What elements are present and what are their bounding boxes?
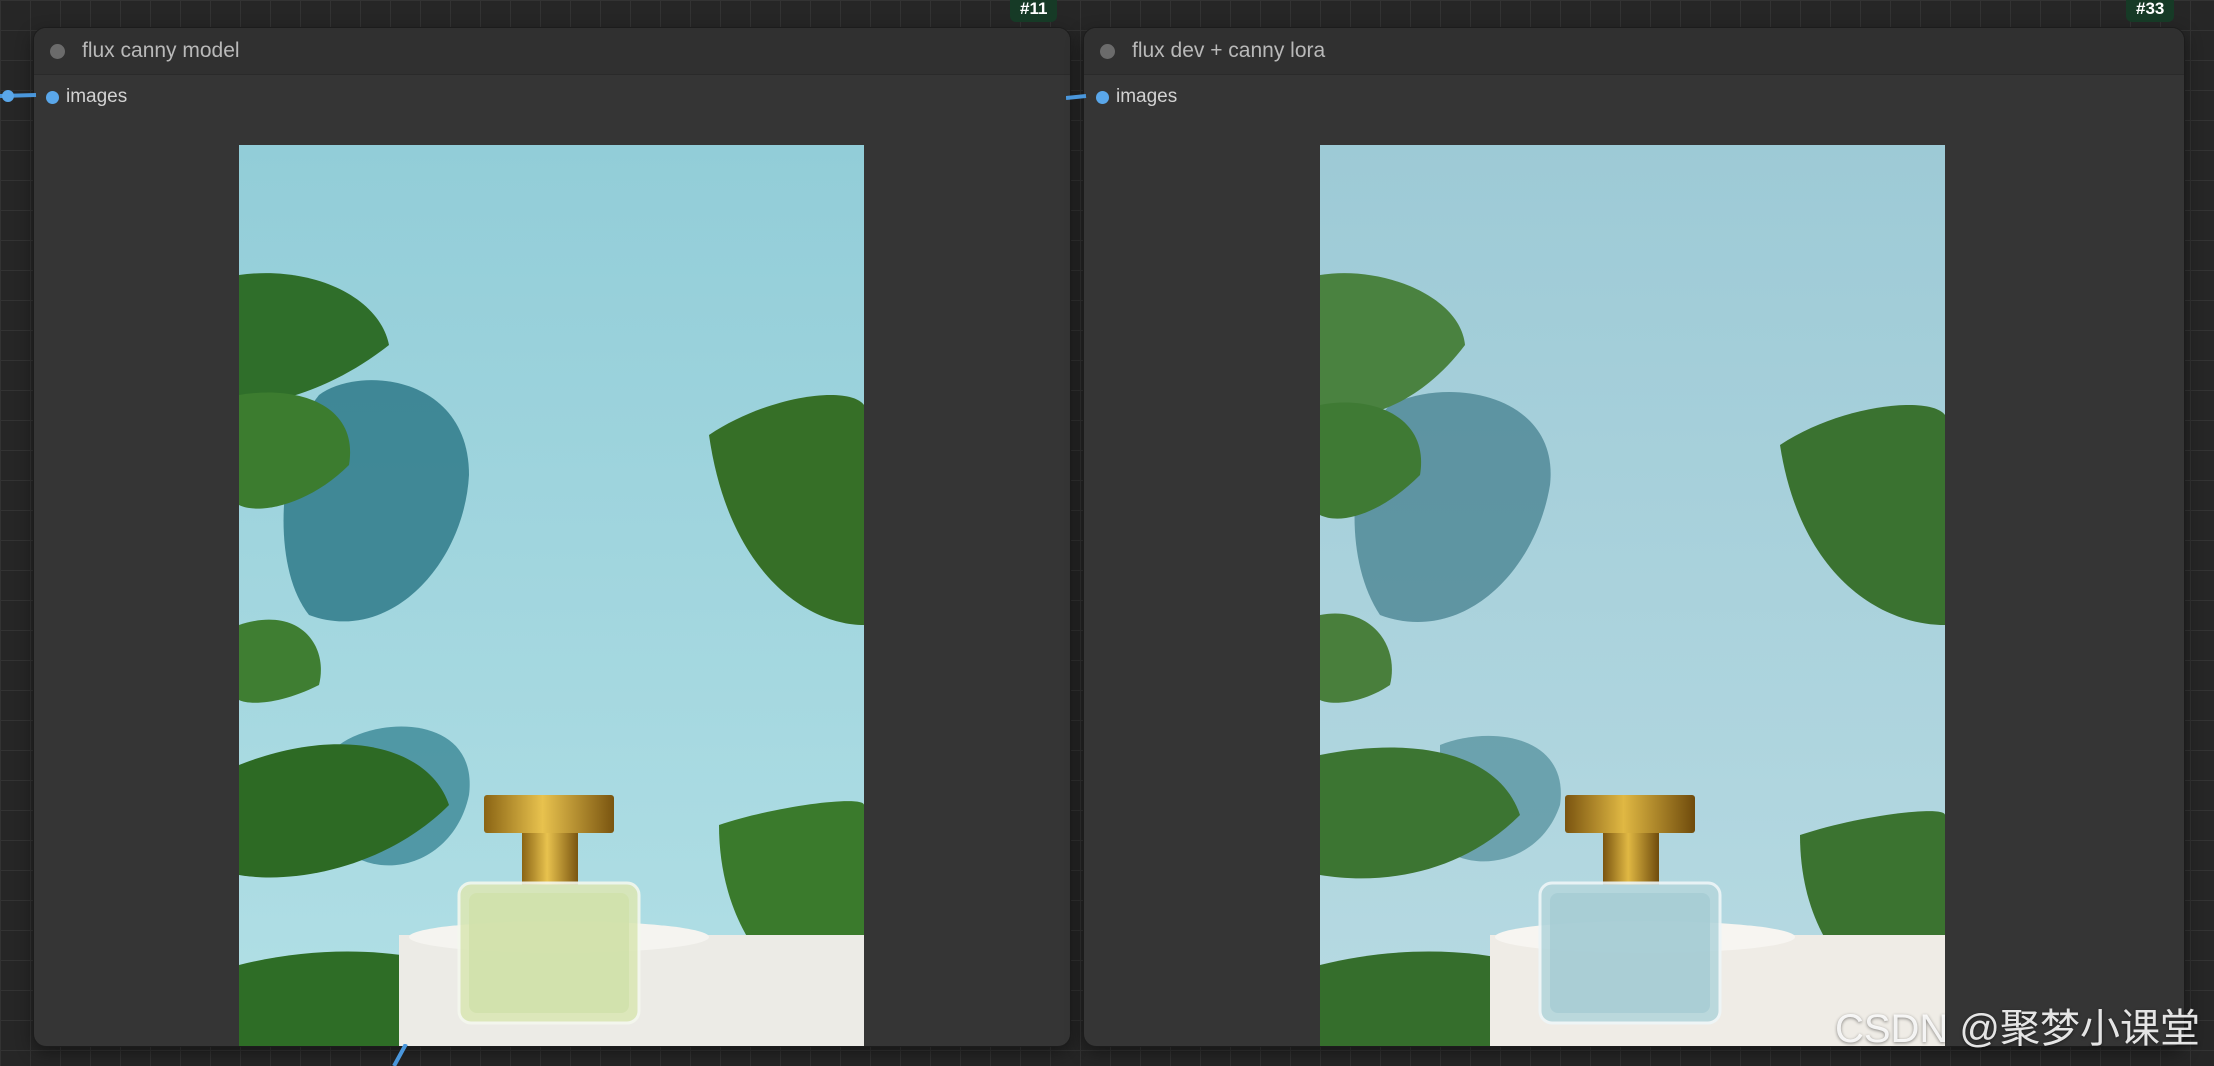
slot-label: images [66, 86, 128, 107]
node-header[interactable]: flux canny model [34, 28, 1070, 75]
input-slot-dot-icon[interactable] [1096, 91, 1109, 104]
node-id-badge: #33 [2126, 0, 2175, 22]
image-preview[interactable] [1320, 145, 1945, 1046]
link-wire-middle [1066, 94, 1087, 100]
input-slot-dot-icon[interactable] [46, 91, 59, 104]
image-preview[interactable] [239, 145, 864, 1046]
node-flux-canny-model[interactable]: flux canny model images [34, 28, 1070, 1046]
circle-dot-icon[interactable] [1100, 44, 1115, 59]
circle-dot-icon[interactable] [50, 44, 65, 59]
node-id-badge: #11 [1010, 0, 1058, 22]
node-title: flux dev + canny lora [1132, 39, 1326, 62]
watermark: CSDN @聚梦小课堂 [1834, 1007, 2200, 1051]
node-header[interactable]: flux dev + canny lora [1084, 28, 2184, 75]
link-wire-left [0, 90, 37, 102]
node-flux-dev-canny-lora[interactable]: flux dev + canny lora images [1084, 28, 2184, 1046]
node-title: flux canny model [82, 39, 240, 62]
slot-label: images [1116, 86, 1178, 107]
link-wire-bottom [392, 1044, 408, 1066]
